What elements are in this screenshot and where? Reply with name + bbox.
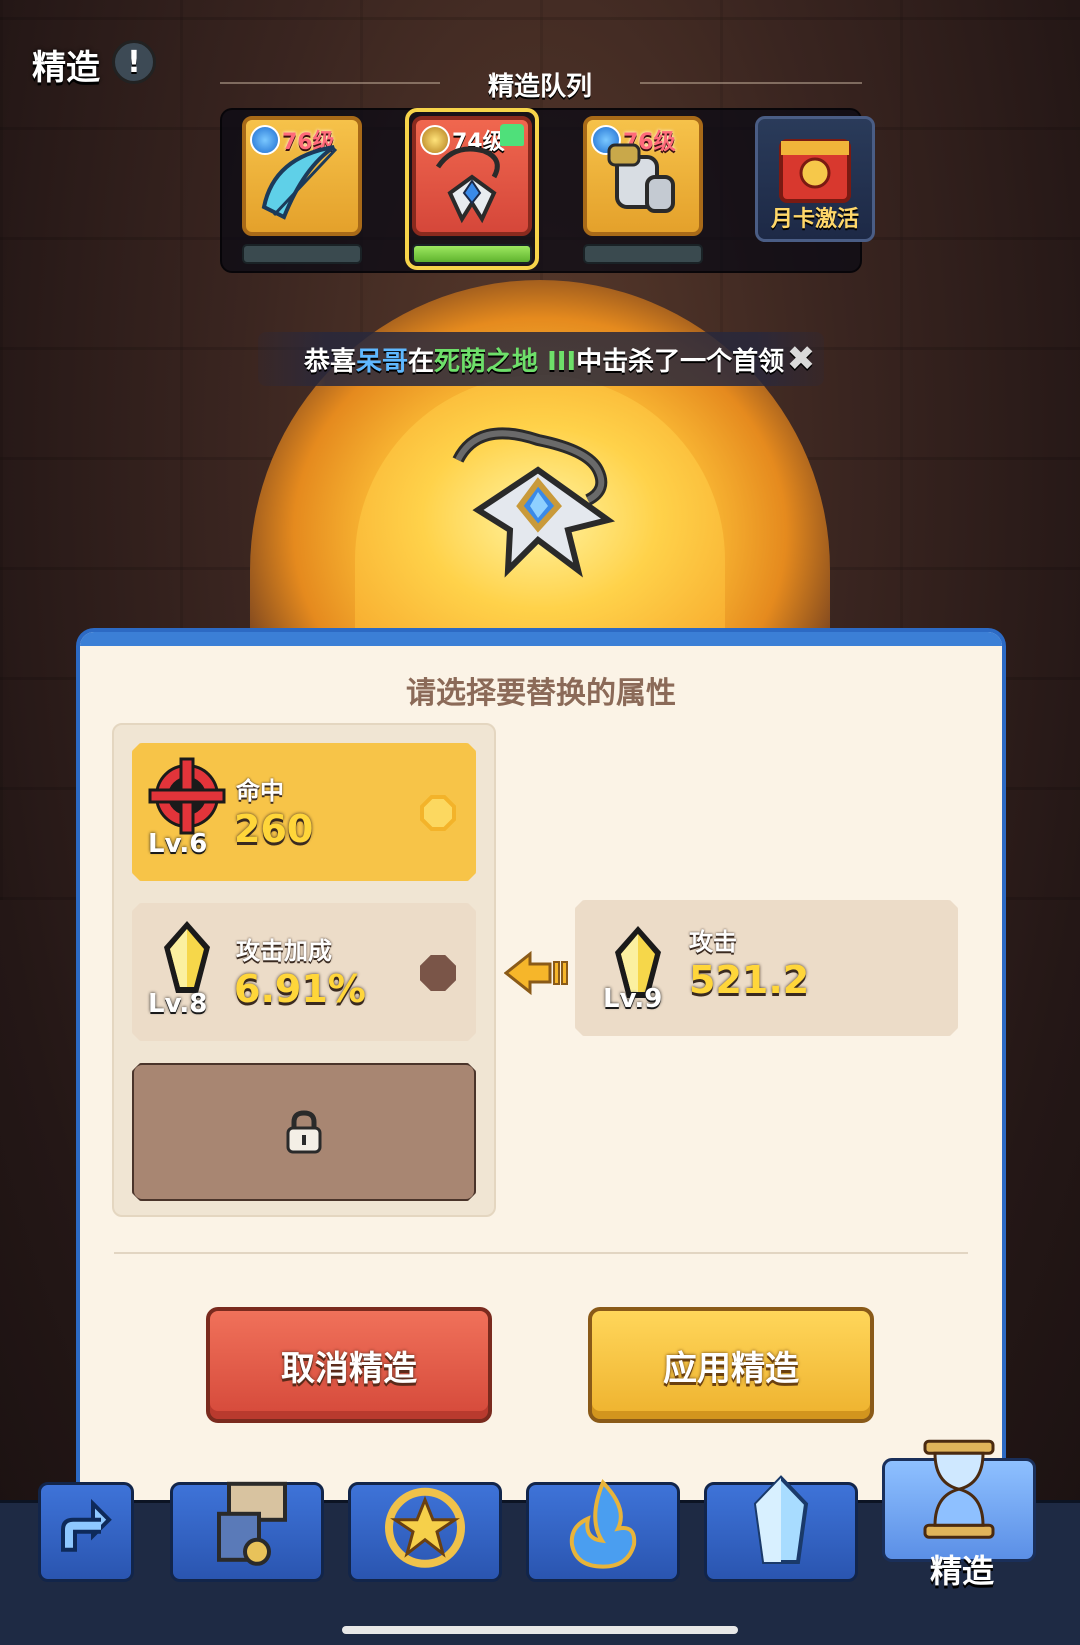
attribute-name: 攻击加成	[236, 937, 332, 965]
attribute-value: 521.2	[689, 958, 810, 1002]
attribute-value: 260	[234, 807, 314, 851]
attribute-value: 6.91%	[234, 967, 366, 1011]
queue-slot-2[interactable]: 74级	[412, 116, 532, 236]
notice-text: 在	[408, 346, 435, 377]
attribute-name: 命中	[236, 777, 284, 805]
back-button[interactable]	[38, 1482, 134, 1582]
amulet-icon	[452, 427, 616, 578]
queue-slot-3-progress	[583, 244, 703, 264]
attribute-row[interactable]: 命中 260 Lv.6	[132, 743, 476, 881]
notice-text: 中击杀了一个首领	[576, 346, 785, 377]
nav-refine-label: 精造	[930, 1552, 995, 1590]
queue-slot-3[interactable]: 76级	[583, 116, 703, 236]
gauntlet-icon	[607, 143, 675, 213]
nav-flame[interactable]	[526, 1479, 680, 1582]
new-attribute: 攻击 521.2 Lv.9	[575, 900, 958, 1036]
arrow-left-icon	[504, 950, 568, 996]
blue-flame-icon	[569, 1479, 637, 1569]
close-icon[interactable]: ✖	[784, 340, 818, 378]
nav-anvil[interactable]	[170, 1481, 324, 1582]
crosshair-icon	[146, 755, 228, 837]
star-refresh-icon	[385, 1487, 465, 1568]
nav-crystal[interactable]	[704, 1475, 858, 1582]
queue-title-line-right	[640, 82, 862, 84]
locked-attribute-slot	[132, 1063, 476, 1201]
home-indicator	[342, 1626, 738, 1634]
cancel-refine-button[interactable]: 取消精造	[206, 1307, 492, 1423]
queue-title: 精造队列	[487, 72, 592, 102]
apply-refine-button[interactable]: 应用精造	[588, 1307, 874, 1423]
attribute-row[interactable]: 攻击加成 6.91% Lv.8	[132, 903, 476, 1041]
notice-text: 恭喜	[304, 346, 357, 377]
attribute-level: Lv.6	[148, 829, 208, 859]
hourglass-icon	[923, 1439, 995, 1539]
attribute-level: Lv.8	[148, 989, 208, 1019]
bow-icon	[261, 144, 338, 220]
queue-slot-2-progress	[412, 244, 532, 264]
notice-banner: 恭喜 呆哥 在 死荫之地 III 中击杀了一个首领	[258, 332, 824, 386]
lock-icon	[284, 1110, 324, 1154]
monthly-card-label: 月卡激活	[770, 207, 859, 232]
notice-player-name[interactable]: 呆哥	[356, 341, 408, 378]
queue-slot-1-progress	[242, 244, 362, 264]
attribute-level: Lv.9	[603, 984, 663, 1014]
nav-star[interactable]	[348, 1482, 502, 1582]
notice-location: 死荫之地 III	[434, 346, 577, 377]
monthly-card-slot[interactable]: 月卡激活	[755, 116, 875, 242]
panel-top-bar	[80, 632, 1002, 646]
progress-fill	[414, 246, 530, 262]
select-radio[interactable]	[420, 955, 456, 991]
back-arrow-icon	[61, 1498, 112, 1552]
crystal-icon	[753, 1475, 809, 1564]
panel-heading: 请选择要替换的属性	[406, 676, 676, 711]
amulet-icon	[435, 146, 500, 223]
select-radio[interactable]	[420, 795, 456, 831]
anvil-icon	[217, 1481, 287, 1566]
queue-slot-1[interactable]: 76级	[242, 116, 362, 236]
divider	[114, 1252, 968, 1254]
attribute-name: 攻击	[689, 928, 737, 956]
monthly-card-icon	[779, 139, 851, 204]
